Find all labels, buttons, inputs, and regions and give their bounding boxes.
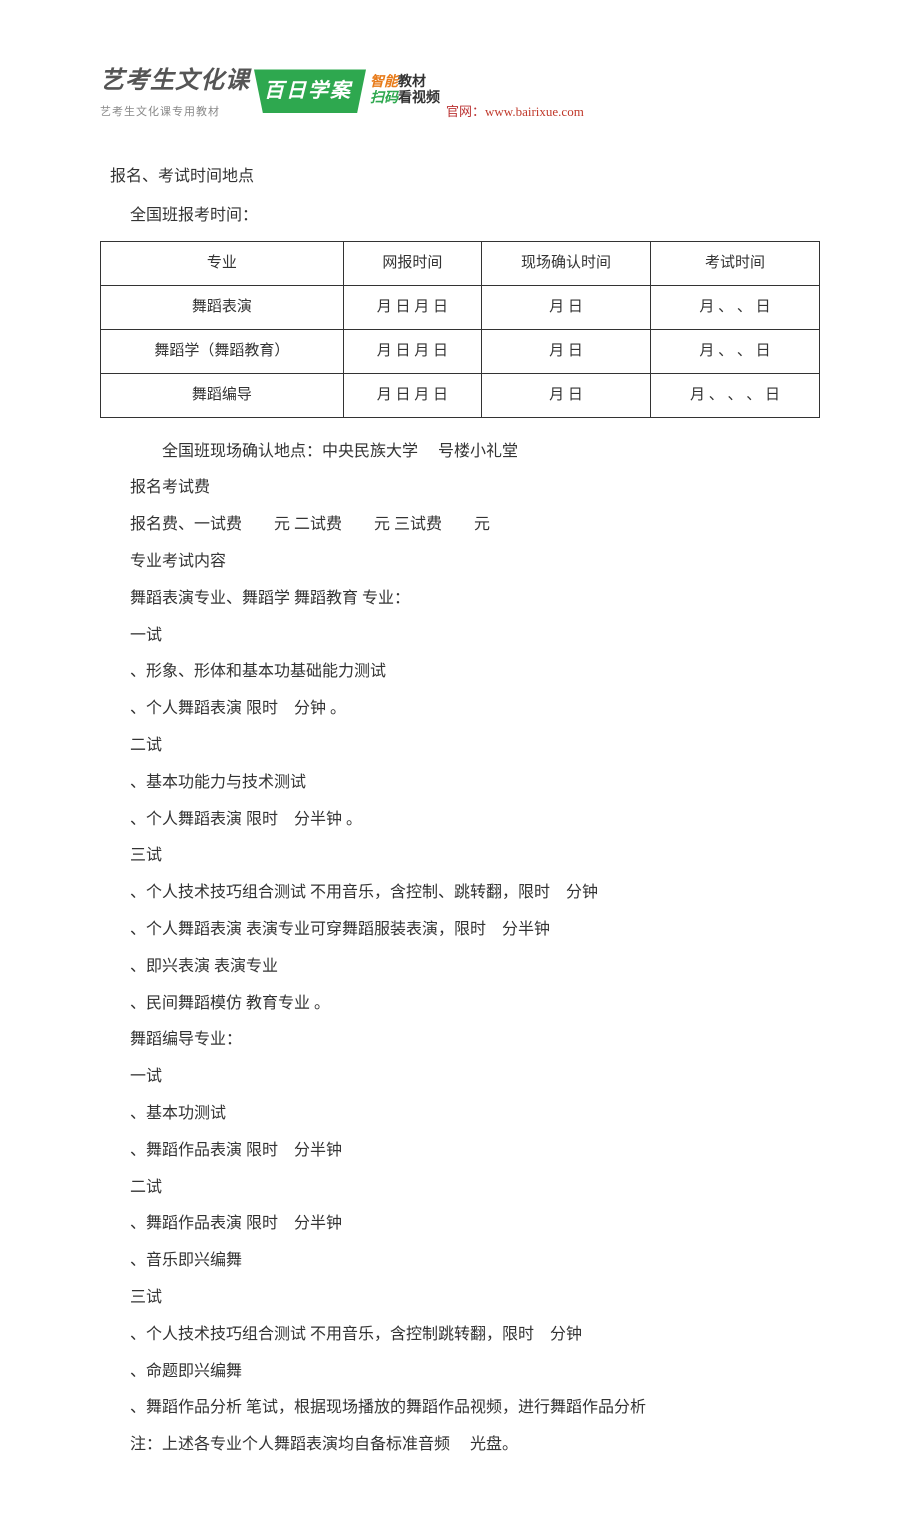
site-url: www.bairixue.com [485,104,584,119]
body-line: 注：上述各专业个人舞蹈表演均自备标准音频 光盘。 [130,1431,820,1460]
body-line: 、基本功测试 [130,1100,820,1129]
table-cell: 月 、 、 日 [651,329,820,373]
body-line: 、即兴表演 表演专业 [130,953,820,982]
body-line: 三试 [130,1284,820,1313]
body-line: 、舞蹈作品分析 笔试，根据现场播放的舞蹈作品视频，进行舞蹈作品分析 [130,1394,820,1423]
site-prefix: 官网： [446,104,485,119]
body-line: 、个人技术技巧组合测试 不用音乐，含控制跳转翻，限时 分钟 [130,1321,820,1350]
logo-right-bot-accent: 扫码 [370,91,398,106]
body-line: 、舞蹈作品表演 限时 分半钟 [130,1210,820,1239]
table-row: 舞蹈学（舞蹈教育） 月 日 月 日 月 日 月 、 、 日 [101,329,820,373]
logo-badge: 百日学案 [254,69,366,113]
logo-left-block: 艺考生文化课 艺考生文化课专用教材 [100,60,250,123]
table-cell: 月 日 月 日 [343,285,481,329]
body-line: 一试 [130,622,820,651]
logo-sub-text: 艺考生文化课专用教材 [100,103,250,123]
body-line: 、基本功能力与技术测试 [130,769,820,798]
table-cell: 月 、 、 、 日 [651,373,820,417]
table-header-cell: 现场确认时间 [482,241,651,285]
logo-right-top-rest: 教材 [398,75,426,90]
body-line: 专业考试内容 [130,548,820,577]
body-content: 全国班现场确认地点：中央民族大学 号楼小礼堂 报名考试费 报名费、一试费 元 二… [100,438,820,1460]
body-line: 舞蹈编导专业： [130,1026,820,1055]
table-cell: 舞蹈表演 [101,285,344,329]
table-cell: 月 日 月 日 [343,373,481,417]
body-line: 三试 [130,842,820,871]
body-line: 全国班现场确认地点：中央民族大学 号楼小礼堂 [130,438,820,467]
body-line: 舞蹈表演专业、舞蹈学 舞蹈教育 专业： [130,585,820,614]
table-header-cell: 专业 [101,241,344,285]
table-cell: 月 日 [482,285,651,329]
site-link: 官网：www.bairixue.com [446,100,584,123]
table-cell: 月 日 月 日 [343,329,481,373]
body-line: 、个人舞蹈表演 限时 分半钟 。 [130,806,820,835]
body-line: 、民间舞蹈模仿 教育专业 。 [130,990,820,1019]
table-header-cell: 考试时间 [651,241,820,285]
table-cell: 月 、 、 日 [651,285,820,329]
header-logo-bar: 艺考生文化课 艺考生文化课专用教材 百日学案 智能教材 扫码看视频 官网：www… [100,60,820,123]
table-cell: 月 日 [482,329,651,373]
table-cell: 舞蹈编导 [101,373,344,417]
schedule-table: 专业 网报时间 现场确认时间 考试时间 舞蹈表演 月 日 月 日 月 日 月 、… [100,241,820,418]
body-line: 报名考试费 [130,474,820,503]
body-line: 、命题即兴编舞 [130,1358,820,1387]
body-line: 一试 [130,1063,820,1092]
body-line: 二试 [130,732,820,761]
table-row: 舞蹈编导 月 日 月 日 月 日 月 、 、 、 日 [101,373,820,417]
subtitle: 全国班报考时间： [130,202,820,231]
body-line: 、形象、形体和基本功基础能力测试 [130,658,820,687]
body-line: 、舞蹈作品表演 限时 分半钟 [130,1137,820,1166]
body-line: 、个人技术技巧组合测试 不用音乐，含控制、跳转翻，限时 分钟 [130,879,820,908]
table-row: 舞蹈表演 月 日 月 日 月 日 月 、 、 日 [101,285,820,329]
body-line: 报名费、一试费 元 二试费 元 三试费 元 [130,511,820,540]
table-cell: 月 日 [482,373,651,417]
table-header-cell: 网报时间 [343,241,481,285]
logo-right-block: 智能教材 扫码看视频 [370,75,440,109]
logo-right-bottom: 扫码看视频 [370,91,440,108]
body-line: 、个人舞蹈表演 限时 分钟 。 [130,695,820,724]
body-line: 二试 [130,1174,820,1203]
table-header-row: 专业 网报时间 现场确认时间 考试时间 [101,241,820,285]
logo-right-top-accent: 智能 [370,75,398,90]
logo-right-top: 智能教材 [370,75,440,92]
logo-right-bot-rest: 看视频 [398,91,440,106]
body-line: 、音乐即兴编舞 [130,1247,820,1276]
logo-main-text: 艺考生文化课 [100,60,250,103]
table-cell: 舞蹈学（舞蹈教育） [101,329,344,373]
body-line: 、个人舞蹈表演 表演专业可穿舞蹈服装表演，限时 分半钟 [130,916,820,945]
section-title: 报名、考试时间地点 [110,163,820,192]
